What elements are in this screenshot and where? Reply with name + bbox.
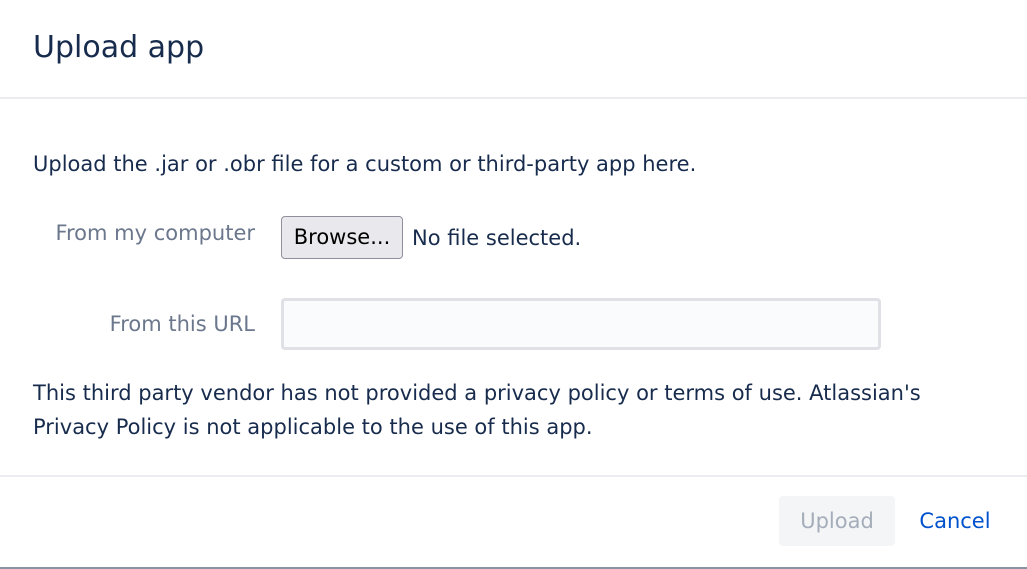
upload-button[interactable]: Upload [779,496,895,546]
intro-text: Upload the .jar or .obr file for a custo… [33,152,697,176]
dialog-footer: Upload Cancel [0,477,1027,565]
from-url-label: From this URL [109,312,255,336]
file-status-text: No file selected. [412,226,582,250]
upload-app-dialog: Upload app Upload the .jar or .obr file … [0,0,1027,569]
cancel-button[interactable]: Cancel [905,496,1005,546]
from-computer-label: From my computer [55,221,255,245]
dialog-body: Upload the .jar or .obr file for a custo… [0,99,1027,477]
privacy-notice: This third party vendor has not provided… [33,381,921,439]
dialog-header: Upload app [0,0,1027,99]
browse-button[interactable]: Browse... [281,216,403,259]
url-input[interactable] [281,298,881,350]
dialog-title: Upload app [33,30,205,65]
